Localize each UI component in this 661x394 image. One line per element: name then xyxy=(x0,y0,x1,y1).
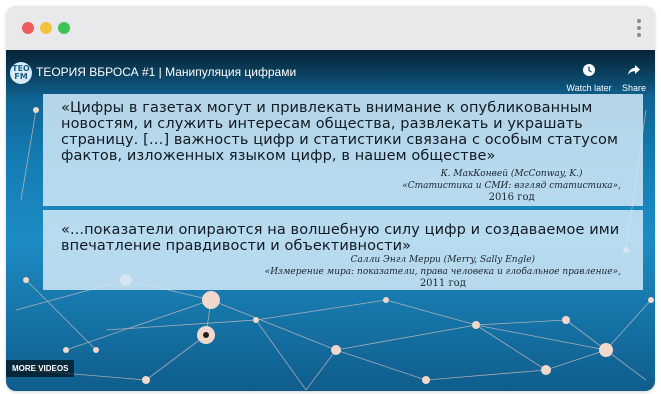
browser-window: ТЕО FM ТЕОРИЯ ВБРОСА #1 | Манипуляция ци… xyxy=(6,6,655,391)
quote-attribution-1: К. МакКонвей (McConway, K.) «Статистика … xyxy=(402,168,621,204)
watch-later-label: Watch later xyxy=(566,83,612,93)
quote-source-2: «Измерение мира: показатели, права челов… xyxy=(264,267,621,277)
clock-icon xyxy=(583,64,595,76)
quote-text-2: «...показатели опираются на волшебную си… xyxy=(61,222,620,254)
quote-box-2: «...показатели опираются на волшебную си… xyxy=(43,210,643,290)
maximize-window-button[interactable] xyxy=(58,22,70,34)
quote-box-1: «Цифры в газетах могут и привлекать вним… xyxy=(43,94,643,206)
channel-logo[interactable]: ТЕО FM xyxy=(10,62,32,84)
quote-author-1: К. МакКонвей (McConway, K.) xyxy=(440,169,583,179)
quote-attribution-2: Салли Энгл Мерри (Merry, Sally Engle) «И… xyxy=(265,254,621,290)
more-videos-button[interactable]: MORE VIDEOS xyxy=(6,360,75,377)
share-arrow-icon xyxy=(628,65,640,75)
window-titlebar xyxy=(6,6,655,50)
share-button[interactable]: Share xyxy=(613,62,655,93)
quote-source-1: «Статистика и СМИ: взгляд статистика», xyxy=(402,181,621,191)
quote-year-1: 2016 год xyxy=(488,192,535,203)
minimize-window-button[interactable] xyxy=(40,22,52,34)
share-label: Share xyxy=(621,83,647,93)
quote-author-2: Салли Энгл Мерри (Merry, Sally Engle) xyxy=(350,255,536,265)
kebab-menu-icon[interactable] xyxy=(635,17,643,39)
video-player[interactable]: ТЕО FM ТЕОРИЯ ВБРОСА #1 | Манипуляция ци… xyxy=(6,50,655,391)
quote-year-2: 2011 год xyxy=(419,278,466,289)
video-title[interactable]: ТЕОРИЯ ВБРОСА #1 | Манипуляция цифрами xyxy=(36,65,296,79)
quote-text-1: «Цифры в газетах могут и привлекать вним… xyxy=(61,100,619,164)
close-window-button[interactable] xyxy=(22,22,34,34)
watch-later-button[interactable]: Watch later xyxy=(559,62,619,93)
